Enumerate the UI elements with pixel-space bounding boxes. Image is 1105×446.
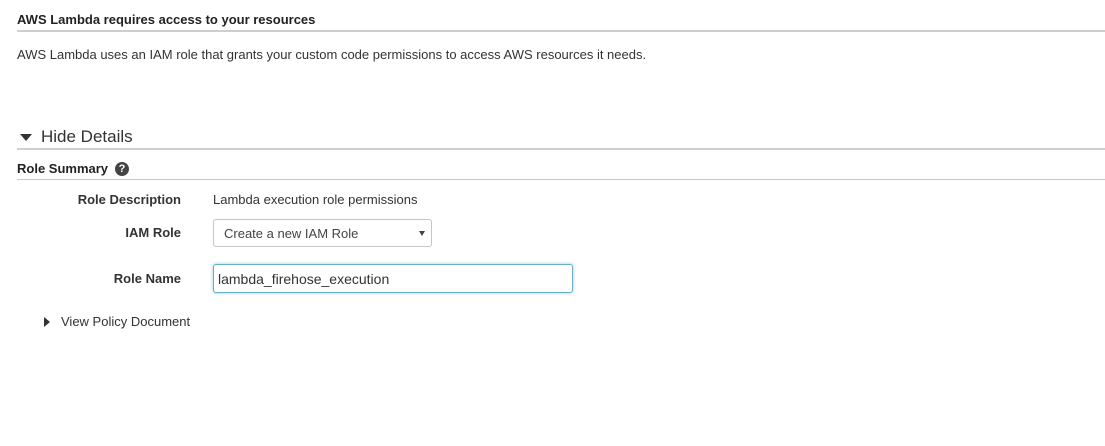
help-icon[interactable]: ? bbox=[115, 161, 130, 176]
caret-down-icon bbox=[20, 133, 32, 141]
role-name-input[interactable] bbox=[213, 264, 573, 293]
role-description-label: Role Description bbox=[77, 192, 181, 207]
view-policy-document-label: View Policy Document bbox=[61, 314, 191, 329]
section-divider bbox=[17, 30, 1105, 32]
section-description: AWS Lambda uses an IAM role that grants … bbox=[17, 47, 647, 62]
dropdown-arrow-icon bbox=[419, 231, 425, 236]
iam-role-label: IAM Role bbox=[125, 225, 181, 240]
section-title: AWS Lambda requires access to your resou… bbox=[17, 12, 316, 27]
hide-details-toggle[interactable]: Hide Details bbox=[17, 127, 133, 147]
details-divider bbox=[17, 148, 1105, 150]
view-policy-document-toggle[interactable]: View Policy Document bbox=[44, 314, 190, 329]
summary-divider bbox=[17, 179, 1105, 180]
caret-right-icon bbox=[44, 316, 50, 327]
role-description-value: Lambda execution role permissions bbox=[213, 192, 418, 207]
role-summary-heading: Role Summary ? bbox=[17, 161, 130, 176]
role-name-label: Role Name bbox=[113, 271, 181, 286]
iam-role-selected-value: Create a new IAM Role bbox=[224, 225, 359, 241]
hide-details-label: Hide Details bbox=[41, 127, 133, 146]
role-summary-title: Role Summary bbox=[17, 161, 109, 176]
iam-role-select[interactable]: Create a new IAM Role bbox=[213, 219, 432, 247]
